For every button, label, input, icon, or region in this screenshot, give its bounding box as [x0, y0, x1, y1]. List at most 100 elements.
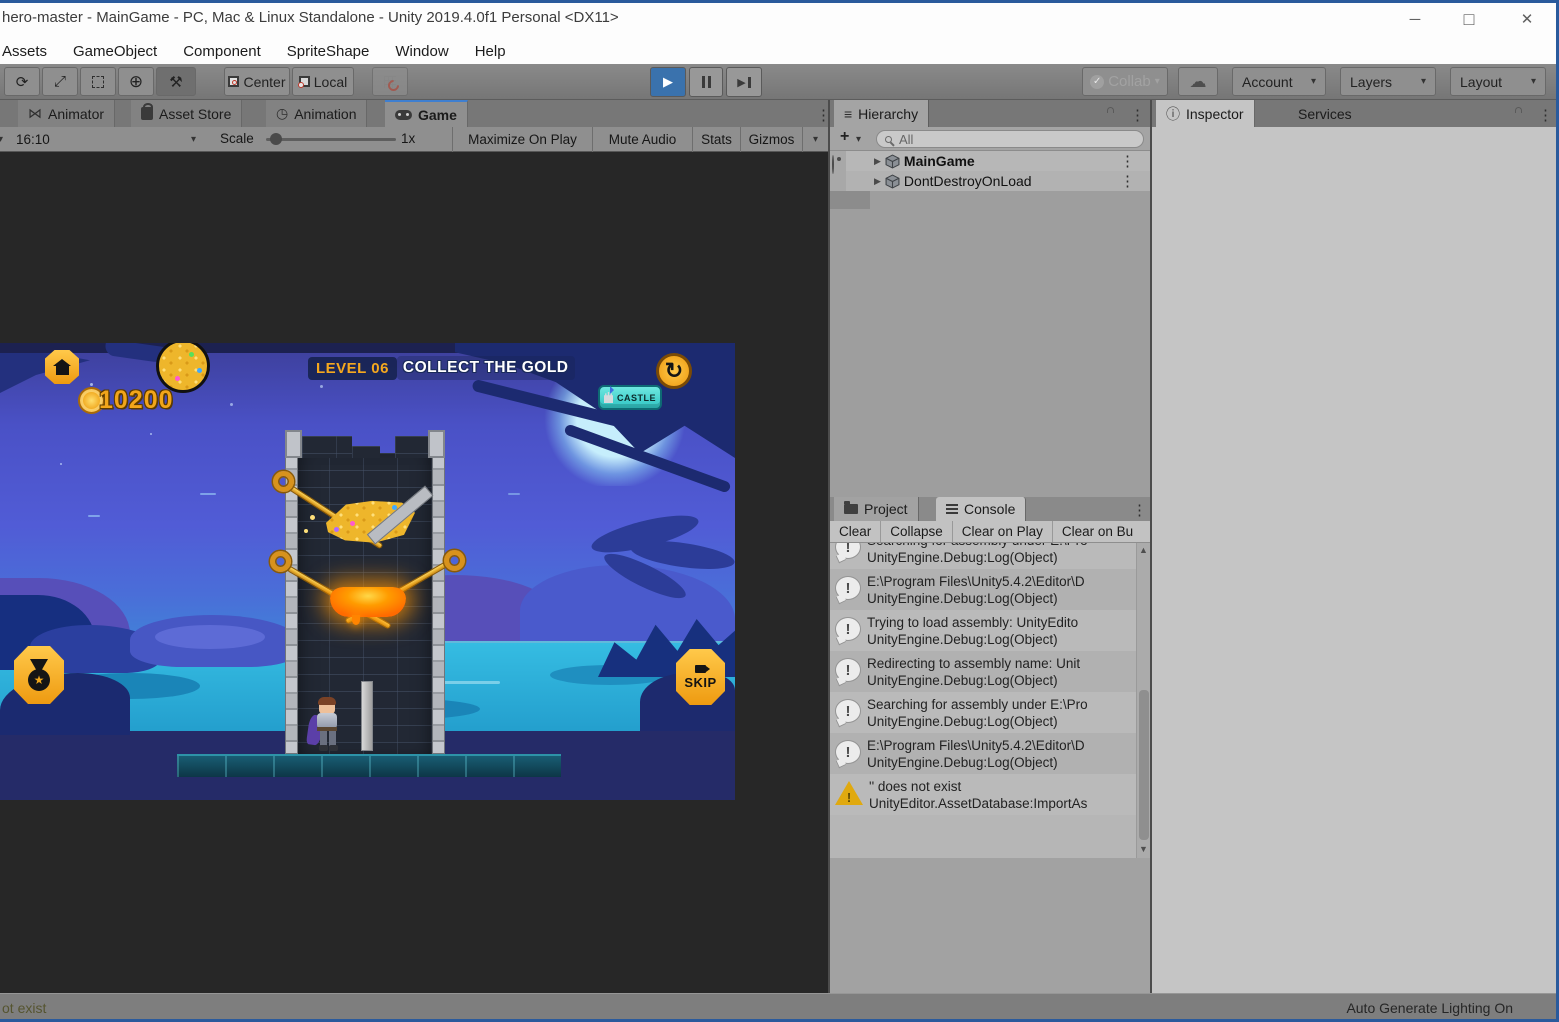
- tab-animation[interactable]: ◷Animation: [266, 100, 367, 127]
- foldout-icon[interactable]: ▶: [874, 176, 881, 187]
- pivot-local-label: Local: [314, 74, 347, 90]
- castle-badge[interactable]: CASTLE: [598, 385, 662, 410]
- create-plus-button[interactable]: +: [840, 128, 849, 146]
- scene-visibility-eye-icon[interactable]: [832, 155, 834, 174]
- hierarchy-menu-icon[interactable]: ⋮: [1130, 106, 1146, 124]
- pause-button[interactable]: [689, 67, 723, 97]
- console-panel-menu-icon[interactable]: ⋮: [1132, 501, 1148, 519]
- console-entry[interactable]: ! Trying to load assembly: UnityEditoUni…: [830, 610, 1136, 651]
- maximize-on-play-button[interactable]: Maximize On Play: [452, 127, 592, 152]
- custom-tool-button[interactable]: ⚒: [156, 67, 196, 96]
- collab-button[interactable]: ✓Collab▾: [1082, 67, 1168, 96]
- inspector-menu-icon[interactable]: ⋮: [1538, 106, 1554, 124]
- status-bar[interactable]: ot exist Auto Generate Lighting On: [0, 993, 1559, 1022]
- foldout-icon[interactable]: ▶: [874, 156, 881, 167]
- console-scrollbar[interactable]: ▲ ▼: [1136, 543, 1150, 858]
- tab-inspector[interactable]: ⓘInspector: [1156, 100, 1255, 127]
- scroll-down-icon[interactable]: ▼: [1139, 844, 1148, 854]
- layers-label: Layers: [1350, 74, 1392, 90]
- crenel-merlon-right: [395, 436, 428, 458]
- minimize-button[interactable]: ─: [1392, 2, 1438, 36]
- tab-services[interactable]: Services: [1288, 100, 1362, 127]
- right-divider[interactable]: [1150, 100, 1152, 993]
- hierarchy-search-input[interactable]: All: [876, 130, 1144, 148]
- tab-asset-store[interactable]: Asset Store: [131, 100, 242, 127]
- console-entry[interactable]: ! E:\Program Files\Unity5.4.2\Editor\DUn…: [830, 733, 1136, 774]
- clear-on-build-button[interactable]: Clear on Bu: [1053, 521, 1142, 543]
- scale-slider-track[interactable]: [266, 138, 396, 141]
- pivot-local-button[interactable]: Local: [292, 67, 354, 96]
- scroll-up-icon[interactable]: ▲: [1139, 545, 1148, 555]
- restart-button[interactable]: ↻: [656, 353, 692, 389]
- menu-window[interactable]: Window: [395, 43, 448, 60]
- menu-gameobject[interactable]: GameObject: [73, 43, 157, 60]
- grid-snap-button[interactable]: [372, 67, 408, 96]
- hero-hair: [318, 697, 336, 705]
- clear-button[interactable]: Clear: [830, 521, 881, 543]
- gizmos-dropdown[interactable]: Gizmos: [740, 127, 802, 152]
- console-entry[interactable]: ! Searching for assembly under E:\ProUni…: [830, 692, 1136, 733]
- coin-counter: 10200: [99, 386, 174, 415]
- medal-button[interactable]: ★: [14, 646, 64, 704]
- step-button[interactable]: ▶: [726, 67, 762, 97]
- cloud-button[interactable]: ☁: [1178, 67, 1218, 96]
- middle-divider[interactable]: [828, 100, 830, 993]
- unity-scene-icon: [885, 154, 900, 169]
- home-button[interactable]: [45, 350, 79, 384]
- home-icon: [56, 366, 69, 375]
- log-line1: E:\Program Files\Unity5.4.2\Editor\D: [867, 737, 1085, 754]
- gizmos-arrow-button[interactable]: ▾: [802, 127, 828, 152]
- pin-left-ring[interactable]: [270, 551, 291, 572]
- aspect-ratio-dropdown[interactable]: 16:10▾: [8, 127, 204, 152]
- menu-component[interactable]: Component: [183, 43, 261, 60]
- maximize-button[interactable]: □: [1446, 2, 1492, 36]
- collapse-button[interactable]: Collapse: [881, 521, 953, 543]
- console-tabstrip: Project Console ⋮: [830, 497, 1150, 521]
- hierarchy-row-dontdestroy[interactable]: ▶ DontDestroyOnLoad ⋮: [846, 171, 1150, 191]
- display-dropdown-icon[interactable]: ▾: [0, 134, 3, 145]
- close-button[interactable]: ✕: [1504, 2, 1550, 36]
- console-entry-warning[interactable]: ! '' does not existUnityEditor.AssetData…: [830, 774, 1136, 815]
- animation-clock-icon: ◷: [276, 105, 288, 122]
- skip-button[interactable]: SKIP: [676, 649, 725, 705]
- account-dropdown[interactable]: Account▾: [1232, 67, 1326, 96]
- play-icon: ▶: [663, 74, 673, 90]
- menu-spriteshape[interactable]: SpriteShape: [287, 43, 370, 60]
- clear-on-play-button[interactable]: Clear on Play: [953, 521, 1053, 543]
- tab-console[interactable]: Console: [936, 497, 1026, 521]
- layout-dropdown[interactable]: Layout▾: [1450, 67, 1546, 96]
- row-menu-icon[interactable]: ⋮: [1120, 172, 1136, 190]
- layout-label: Layout: [1460, 74, 1502, 90]
- row-menu-icon[interactable]: ⋮: [1120, 152, 1136, 170]
- hierarchy-row-maingame[interactable]: ▶ MainGame ⋮: [846, 151, 1150, 171]
- console-lines-icon: [946, 504, 958, 515]
- unity-scene-icon: [885, 174, 900, 189]
- pivot-center-button[interactable]: Center: [224, 67, 290, 96]
- mute-audio-button[interactable]: Mute Audio: [592, 127, 692, 152]
- layers-dropdown[interactable]: Layers▾: [1340, 67, 1436, 96]
- scale-tool-button[interactable]: ⤢: [42, 67, 78, 96]
- scene-name: MainGame: [904, 153, 975, 169]
- rect-tool-button[interactable]: [80, 67, 116, 96]
- rotate-tool-button[interactable]: ⟳: [4, 67, 40, 96]
- tab-project[interactable]: Project: [834, 497, 919, 521]
- console-entry[interactable]: ! E:\Program Files\Unity5.4.2\Editor\DUn…: [830, 569, 1136, 610]
- pin-right-ring[interactable]: [444, 550, 465, 571]
- pin-top-ring[interactable]: [273, 471, 294, 492]
- transform-tool-button[interactable]: ⊕: [118, 67, 154, 96]
- lighting-status[interactable]: Auto Generate Lighting On: [1346, 1000, 1513, 1016]
- tab-animator[interactable]: ⋈Animator: [18, 100, 115, 127]
- tab-hierarchy[interactable]: ≡Hierarchy: [834, 100, 929, 127]
- scale-slider-knob[interactable]: [270, 133, 282, 145]
- log-line2: UnityEngine.Debug:Log(Object): [867, 549, 1088, 566]
- menu-help[interactable]: Help: [475, 43, 506, 60]
- hierarchy-body: [830, 151, 1150, 497]
- play-button[interactable]: ▶: [650, 67, 686, 97]
- scrollbar-thumb[interactable]: [1139, 690, 1149, 840]
- console-entry[interactable]: ! Searching for assembly under E:\ProUni…: [830, 543, 1136, 569]
- stats-button[interactable]: Stats: [692, 127, 740, 152]
- create-dropdown-icon[interactable]: ▾: [856, 134, 861, 145]
- tab-game[interactable]: Game: [385, 100, 468, 127]
- console-entry[interactable]: ! Redirecting to assembly name: UnitUnit…: [830, 651, 1136, 692]
- menu-assets[interactable]: Assets: [2, 43, 47, 60]
